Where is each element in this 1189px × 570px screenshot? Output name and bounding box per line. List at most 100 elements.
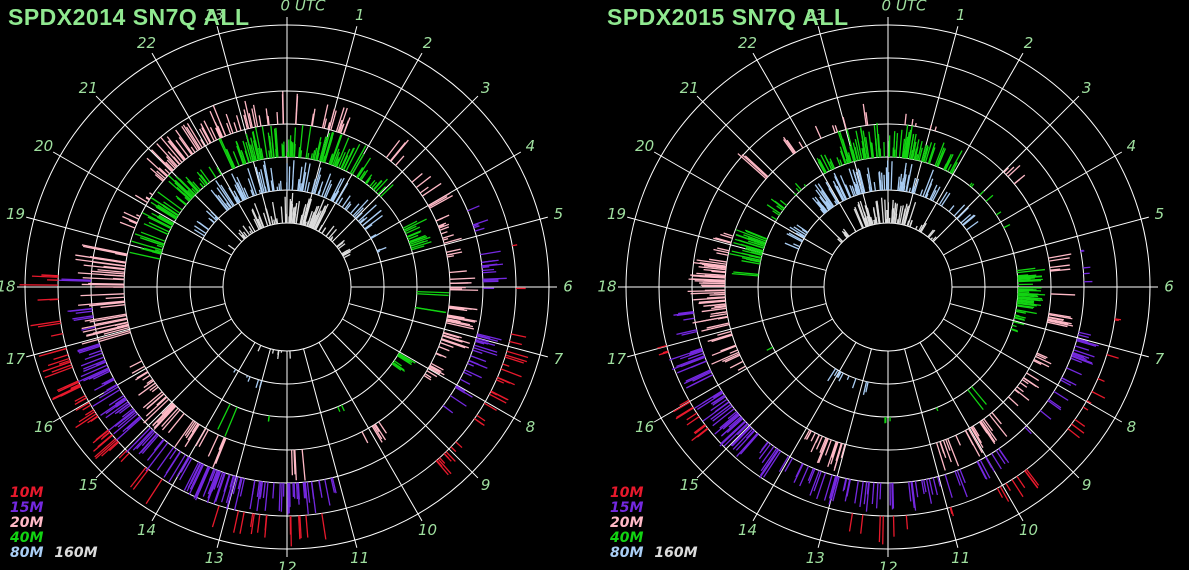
qso-spike [256, 380, 258, 388]
qso-spike [963, 215, 975, 225]
qso-spike [149, 193, 152, 195]
qso-spike [482, 272, 496, 273]
qso-spike [1081, 251, 1085, 252]
qso-spike [898, 218, 899, 224]
qso-spike [82, 331, 130, 344]
legend-label-80m: 80M [10, 545, 43, 561]
qso-spike [54, 355, 69, 360]
hour-label-22: 22 [137, 34, 156, 52]
qso-spike [412, 174, 422, 183]
qso-spike [130, 361, 142, 367]
hour-label-10: 10 [418, 521, 437, 539]
qso-spike [986, 457, 992, 468]
qso-spike [273, 483, 274, 499]
qso-spike [482, 267, 489, 268]
hour-line [332, 96, 478, 242]
qso-spike [928, 143, 935, 163]
qso-spike [319, 480, 321, 491]
qso-spike [362, 432, 368, 443]
qso-spike [88, 284, 124, 285]
qso-spike [294, 483, 295, 499]
qso-spike [294, 145, 295, 158]
qso-spike [816, 435, 820, 443]
qso-spike [877, 483, 878, 509]
qso-spike [219, 139, 233, 169]
hour-line [319, 342, 422, 520]
qso-spike [377, 247, 386, 251]
qso-spike [285, 197, 286, 223]
legend-label-15m: 15M [10, 500, 43, 516]
qso-spike [240, 512, 244, 534]
legend-label-15m: 15M [610, 500, 643, 516]
qso-spike [811, 433, 815, 441]
hour-label-12: 12 [277, 559, 296, 570]
qso-spike [113, 279, 124, 280]
spikes-80m [785, 160, 978, 394]
qso-spike [483, 280, 499, 281]
qso-spike [763, 450, 779, 474]
qso-spike [841, 175, 851, 197]
legend-row: 80M160M [10, 546, 98, 561]
hour-label-19: 19 [6, 205, 25, 223]
qso-spike [986, 195, 993, 201]
qso-spike [480, 251, 500, 254]
qso-spike [1018, 276, 1030, 277]
hour-label-6: 6 [563, 278, 573, 296]
qso-spike [130, 252, 160, 259]
qso-spike [837, 157, 840, 166]
spikes-15m [59, 206, 507, 515]
qso-spike [107, 384, 117, 390]
qso-spike [1079, 332, 1091, 335]
qso-spike [703, 283, 725, 284]
qso-spike [291, 516, 292, 546]
qso-spike [482, 269, 494, 270]
qso-spike [936, 408, 937, 411]
qso-spike [763, 449, 778, 471]
qso-spike [311, 153, 312, 159]
qso-spike [1018, 275, 1029, 276]
hour-line [933, 96, 1079, 242]
qso-spike [1049, 258, 1070, 261]
page: { "colors": { "background": "#000000", "… [0, 0, 1189, 570]
qso-spike [1115, 320, 1119, 321]
qso-spike [933, 478, 937, 495]
qso-spike [438, 459, 451, 474]
hour-label-14: 14 [738, 521, 757, 539]
hour-label-8: 8 [1127, 418, 1137, 436]
hour-label-20: 20 [635, 137, 654, 155]
qso-spike [1078, 335, 1089, 338]
qso-spike [992, 413, 1001, 424]
qso-spike [930, 185, 937, 200]
qso-spike [292, 142, 293, 157]
legend-row: 20M [10, 516, 98, 531]
qso-spike [843, 117, 846, 129]
qso-spike [512, 245, 517, 246]
ring-circle [223, 223, 351, 351]
qso-spike [325, 479, 330, 505]
qso-spike [127, 417, 140, 429]
qso-spike [247, 376, 248, 378]
qso-spike [237, 115, 242, 130]
legend-row: 10M [610, 486, 698, 501]
qso-spike [909, 188, 910, 193]
qso-spike [1092, 392, 1105, 399]
qso-spike [785, 243, 799, 249]
hour-label-20: 20 [34, 137, 53, 155]
qso-spike [1049, 399, 1061, 408]
qso-spike [1008, 397, 1018, 406]
hour-label-17: 17 [607, 350, 627, 368]
qso-spike [378, 251, 380, 252]
hour-label-6: 6 [1164, 278, 1174, 296]
qso-spike [784, 137, 795, 153]
qso-spike [712, 346, 736, 355]
qso-spike [1067, 368, 1082, 375]
hour-label-13: 13 [806, 549, 825, 567]
qso-spike [721, 345, 736, 351]
qso-spike [449, 271, 466, 273]
qso-spike [906, 515, 907, 529]
qso-spike [151, 247, 162, 250]
qso-spike [258, 345, 261, 351]
legend-label-40m: 40M [610, 530, 643, 546]
qso-spike [277, 218, 278, 223]
qso-spike [892, 209, 893, 223]
